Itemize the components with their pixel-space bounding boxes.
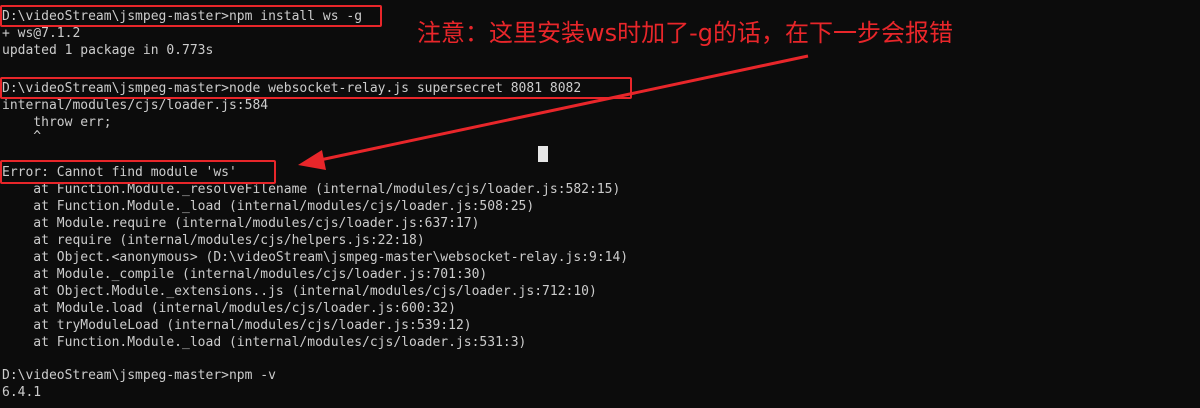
terminal-line: at require (internal/modules/cjs/helpers… <box>2 233 425 248</box>
terminal-line: at Module.require (internal/modules/cjs/… <box>2 216 480 231</box>
annotation-note: 注意：这里安装ws时加了-g的话，在下一步会报错 <box>417 19 954 47</box>
terminal-line: ^ <box>2 129 42 144</box>
text-cursor <box>538 146 548 162</box>
terminal-line: updated 1 package in 0.773s <box>2 43 214 58</box>
terminal-line: at Function.Module._load (internal/modul… <box>2 199 535 214</box>
highlight-box-error <box>0 160 276 184</box>
terminal-line: + ws@7.1.2 <box>2 26 81 41</box>
terminal-window[interactable]: D:\videoStream\jsmpeg-master>npm install… <box>0 0 1200 408</box>
terminal-line: at tryModuleLoad (internal/modules/cjs/l… <box>2 318 472 333</box>
terminal-line: 6.4.1 <box>2 385 42 400</box>
terminal-line: at Module.load (internal/modules/cjs/loa… <box>2 301 456 316</box>
highlight-box-node-command <box>0 77 632 99</box>
highlight-box-npm-install <box>0 5 382 27</box>
terminal-line: internal/modules/cjs/loader.js:584 <box>2 98 269 113</box>
terminal-line: at Function.Module._load (internal/modul… <box>2 335 527 350</box>
terminal-line: at Object.<anonymous> (D:\videoStream\js… <box>2 250 629 265</box>
terminal-line: D:\videoStream\jsmpeg-master>npm -v <box>2 368 276 383</box>
terminal-line: at Module._compile (internal/modules/cjs… <box>2 267 488 282</box>
terminal-line: at Object.Module._extensions..js (intern… <box>2 284 597 299</box>
